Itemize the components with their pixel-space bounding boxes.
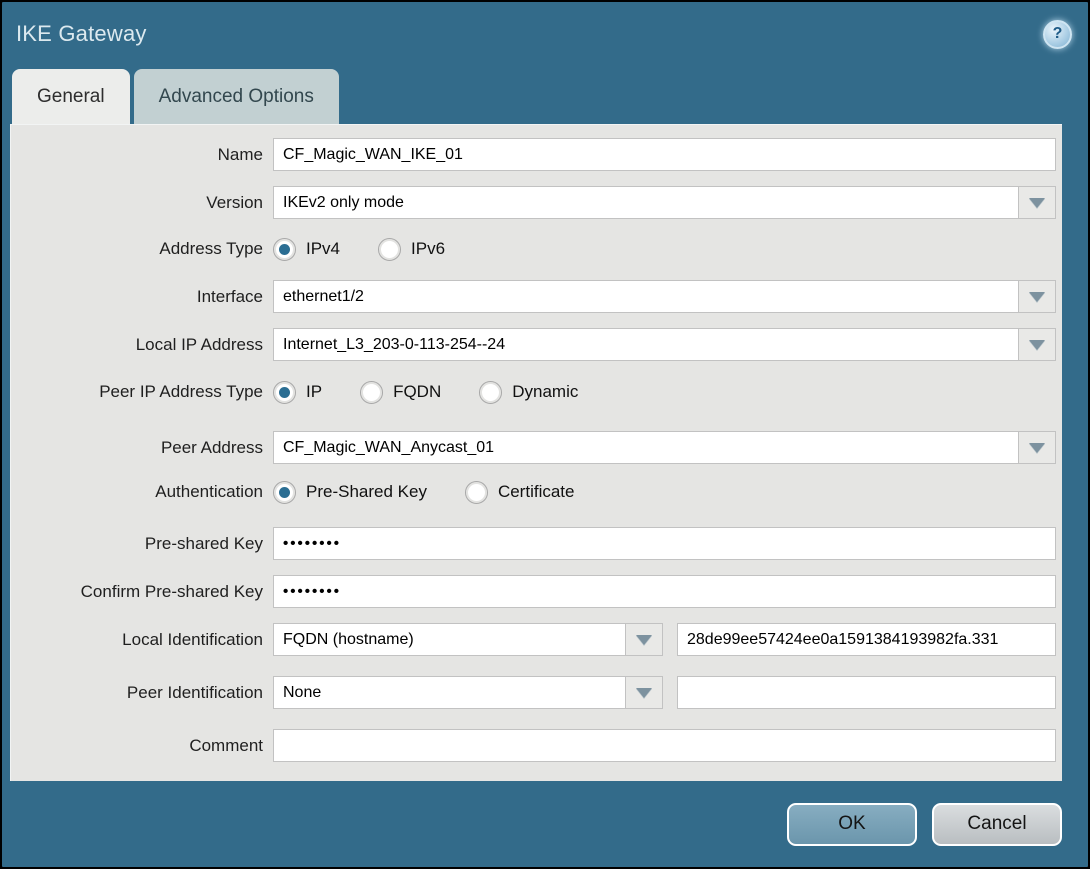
tab-advanced-options[interactable]: Advanced Options: [133, 69, 339, 124]
local-ip-label: Local IP Address: [135, 334, 263, 354]
comment-label: Comment: [189, 735, 263, 755]
auth-option-psk: Pre-Shared Key: [273, 480, 427, 504]
radio-dot: [279, 386, 290, 398]
chevron-down-icon: [1029, 197, 1045, 208]
address-type-option-ipv4: IPv4: [273, 237, 341, 261]
pre-shared-key-input[interactable]: [273, 527, 1056, 560]
name-input[interactable]: [273, 138, 1056, 171]
radio-dot: [279, 243, 290, 255]
peer-ip-type-label: Peer IP Address Type: [99, 382, 263, 401]
auth-certificate-radio[interactable]: [464, 480, 488, 504]
tab-bar: General Advanced Options: [2, 66, 1088, 124]
local-identification-row: Local Identification: [11, 623, 1056, 656]
auth-psk-radio[interactable]: [273, 480, 296, 504]
peer-type-ip-radio[interactable]: [273, 380, 296, 404]
chevron-down-icon: [636, 687, 652, 698]
interface-dropdown-button[interactable]: [1018, 280, 1056, 313]
address-type-row: Address Type IPv4 IPv6: [11, 236, 1056, 262]
comment-input[interactable]: [273, 729, 1056, 762]
confirm-pre-shared-key-input[interactable]: [273, 575, 1056, 608]
peer-ip-type-row: Peer IP Address Type IP FQDN Dynamic: [11, 379, 1056, 405]
ipv6-radio[interactable]: [378, 237, 402, 261]
local-identification-label: Local Identification: [122, 629, 263, 649]
ipv4-label: IPv4: [306, 239, 341, 258]
confirm-pre-shared-key-label: Confirm Pre-shared Key: [80, 581, 263, 601]
general-tab-panel: Name Version Address Type IPv4: [10, 124, 1062, 781]
interface-label: Interface: [196, 286, 263, 306]
chevron-down-icon: [1029, 442, 1045, 453]
ipv4-radio[interactable]: [273, 237, 296, 261]
interface-row: Interface: [11, 280, 1056, 313]
peer-address-input[interactable]: [273, 431, 1019, 464]
local-identification-dropdown-button[interactable]: [625, 623, 663, 656]
cancel-button[interactable]: Cancel: [932, 802, 1062, 846]
confirm-pre-shared-key-row: Confirm Pre-shared Key: [11, 575, 1056, 608]
name-row: Name: [11, 138, 1056, 171]
peer-type-dynamic-radio[interactable]: [479, 380, 503, 404]
titlebar: IKE Gateway ?: [2, 2, 1088, 66]
peer-type-option-dynamic: Dynamic: [479, 380, 579, 404]
auth-certificate-label: Certificate: [497, 482, 575, 501]
version-label: Version: [206, 192, 263, 212]
version-input[interactable]: [273, 186, 1019, 219]
local-ip-row: Local IP Address: [11, 328, 1056, 361]
name-label: Name: [217, 144, 263, 164]
address-type-label: Address Type: [159, 239, 263, 258]
ipv6-label: IPv6: [411, 239, 446, 258]
interface-input[interactable]: [273, 280, 1019, 313]
chevron-down-icon: [1029, 339, 1045, 350]
version-dropdown-button[interactable]: [1018, 186, 1056, 219]
peer-identification-label: Peer Identification: [126, 682, 263, 702]
version-row: Version: [11, 186, 1056, 219]
peer-type-ip-label: IP: [306, 382, 323, 401]
tab-general[interactable]: General: [12, 69, 130, 124]
dialog-title: IKE Gateway: [16, 21, 147, 46]
pre-shared-key-label: Pre-shared Key: [144, 533, 263, 553]
peer-identification-dropdown-button[interactable]: [625, 676, 663, 709]
comment-row: Comment: [11, 729, 1056, 762]
auth-option-certificate: Certificate: [464, 480, 575, 504]
peer-type-fqdn-radio[interactable]: [360, 380, 384, 404]
radio-dot: [279, 486, 290, 498]
peer-address-label: Peer Address: [160, 437, 263, 457]
chevron-down-icon: [1029, 291, 1045, 302]
authentication-label: Authentication: [155, 482, 263, 501]
dialog-footer: OK Cancel: [10, 781, 1062, 867]
peer-type-fqdn-label: FQDN: [393, 382, 442, 401]
ok-button[interactable]: OK: [787, 802, 917, 846]
pre-shared-key-row: Pre-shared Key: [11, 527, 1056, 560]
peer-address-row: Peer Address: [11, 431, 1056, 464]
peer-type-option-fqdn: FQDN: [360, 380, 442, 404]
local-identification-type-input[interactable]: [273, 623, 626, 656]
local-ip-dropdown-button[interactable]: [1018, 328, 1056, 361]
peer-identification-value-input[interactable]: [677, 676, 1056, 709]
peer-address-dropdown-button[interactable]: [1018, 431, 1056, 464]
peer-identification-type-input[interactable]: [273, 676, 626, 709]
peer-type-dynamic-label: Dynamic: [512, 382, 579, 401]
peer-identification-row: Peer Identification: [11, 676, 1056, 709]
chevron-down-icon: [636, 634, 652, 645]
address-type-option-ipv6: IPv6: [378, 237, 446, 261]
peer-type-option-ip: IP: [273, 380, 323, 404]
help-icon[interactable]: ?: [1043, 19, 1072, 49]
ike-gateway-dialog: IKE Gateway ? General Advanced Options N…: [0, 0, 1090, 869]
local-identification-value-input[interactable]: [677, 623, 1056, 656]
authentication-row: Authentication Pre-Shared Key Certificat…: [11, 479, 1056, 505]
auth-psk-label: Pre-Shared Key: [306, 482, 427, 501]
local-ip-input[interactable]: [273, 328, 1019, 361]
